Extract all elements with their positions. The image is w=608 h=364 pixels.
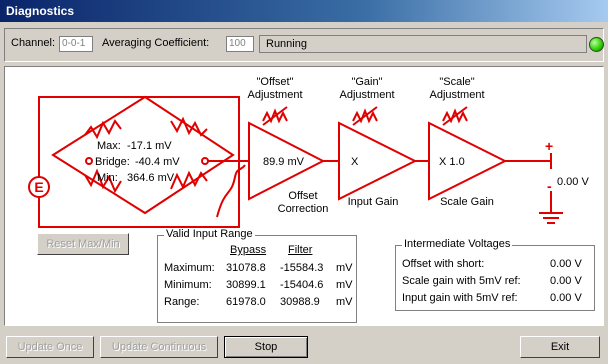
- circuit-panel: E Max: -17.1 mV Bridge: -40.4 mV Min: 36…: [4, 66, 604, 326]
- window-title: Diagnostics: [6, 4, 75, 18]
- update-continuous-button[interactable]: Update Continuous: [100, 336, 218, 358]
- offset-short-label: Offset with short:: [402, 258, 485, 270]
- scale-gain-ref-label: Scale gain with 5mV ref:: [402, 275, 521, 287]
- gain-caption: Input Gain: [348, 196, 399, 208]
- channel-field[interactable]: 0-0-1: [59, 36, 93, 52]
- col-filter: Filter: [288, 244, 313, 256]
- status-box: Running: [259, 35, 587, 53]
- row-max-bypass: 31078.8: [226, 262, 266, 274]
- update-once-button[interactable]: Update Once: [6, 336, 94, 358]
- scale-title-1: "Scale": [439, 76, 474, 88]
- row-range-filter: 30988.9: [280, 296, 320, 308]
- scale-gain-ref-value: 0.00 V: [550, 275, 582, 287]
- output-plus: +: [545, 138, 553, 154]
- row-max-unit: mV: [336, 262, 353, 274]
- max-value: -17.1 mV: [127, 140, 172, 152]
- col-bypass: Bypass: [230, 244, 267, 256]
- row-max-label: Maximum:: [164, 262, 215, 274]
- row-range-unit: mV: [336, 296, 353, 308]
- min-label: Min:: [97, 172, 118, 184]
- scale-caption: Scale Gain: [440, 196, 494, 208]
- intermediate-voltages-group: Intermediate Voltages Offset with short:…: [395, 238, 595, 311]
- row-range-bypass: 61978.0: [226, 296, 266, 308]
- excitation-label: E: [34, 179, 43, 195]
- toolbar: Channel: 0-0-1 Averaging Coefficient: 10…: [4, 28, 604, 62]
- input-gain-ref-value: 0.00 V: [550, 292, 582, 304]
- squiggle-arrow: [216, 164, 246, 218]
- resistor-icon-4: [170, 170, 208, 190]
- row-min-bypass: 30899.1: [226, 279, 266, 291]
- averaging-label: Averaging Coefficient:: [102, 37, 210, 49]
- row-range-label: Range:: [164, 296, 200, 308]
- gain-value: X: [351, 156, 359, 168]
- row-max-filter: -15584.3: [280, 262, 324, 274]
- max-label: Max:: [97, 140, 121, 152]
- offset-caption-1: Offset: [288, 190, 317, 202]
- status-led-icon: [589, 37, 604, 52]
- row-min-label: Minimum:: [164, 279, 212, 291]
- title-bar[interactable]: Diagnostics: [0, 0, 608, 22]
- gain-title-2: Adjustment: [339, 89, 394, 101]
- bridge-label: Bridge:: [95, 156, 130, 168]
- valid-range-group: Valid Input Range Bypass Filter Maximum:…: [157, 228, 357, 323]
- bridge-value: -40.4 mV: [135, 156, 180, 168]
- offset-short-value: 0.00 V: [550, 258, 582, 270]
- averaging-field[interactable]: 100: [226, 36, 254, 52]
- offset-title-1: "Offset": [257, 76, 294, 88]
- row-min-filter: -15404.6: [280, 279, 324, 291]
- reset-max-min-button[interactable]: Reset Max/Min: [37, 233, 129, 255]
- gain-title-1: "Gain": [351, 76, 382, 88]
- offset-title-2: Adjustment: [247, 89, 302, 101]
- input-gain-ref-label: Input gain with 5mV ref:: [402, 292, 518, 304]
- row-min-unit: mV: [336, 279, 353, 291]
- stop-button[interactable]: Stop: [224, 336, 308, 358]
- scale-value: X 1.0: [439, 156, 465, 168]
- output-value: 0.00 V: [557, 176, 589, 188]
- channel-label: Channel:: [11, 37, 56, 49]
- bridge-diamond: [51, 95, 235, 215]
- intermediate-title: Intermediate Voltages: [402, 238, 513, 250]
- offset-caption-2: Correction: [278, 203, 329, 215]
- resistor-icon-1: [84, 119, 122, 140]
- exit-button[interactable]: Exit: [520, 336, 600, 358]
- valid-range-title: Valid Input Range: [164, 228, 255, 240]
- min-value: 364.6 mV: [127, 172, 175, 184]
- offset-value: 89.9 mV: [263, 156, 305, 168]
- output-minus: -: [547, 178, 552, 194]
- scale-title-2: Adjustment: [429, 89, 484, 101]
